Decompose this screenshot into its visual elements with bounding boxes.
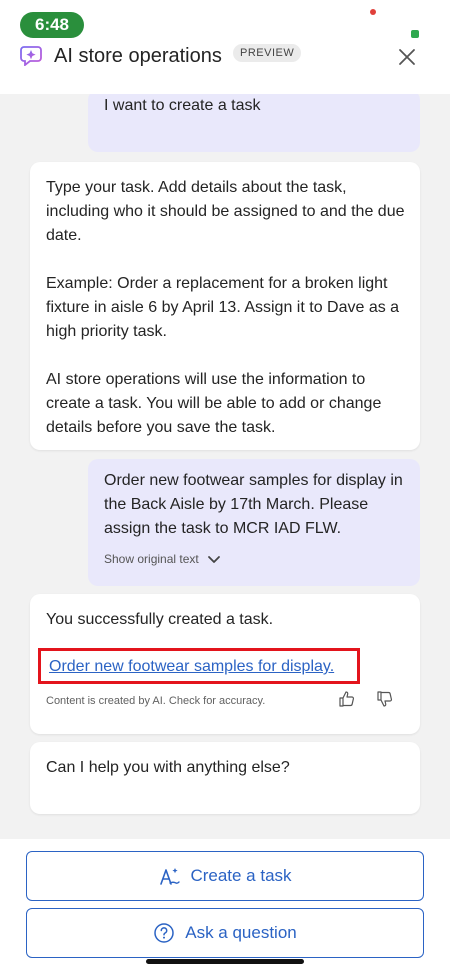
- pen-sparkle-icon: [160, 868, 181, 885]
- action-bar: Create a task Ask a question: [0, 839, 450, 974]
- ai-disclaimer: Content is created by AI. Check for accu…: [46, 695, 266, 707]
- status-time: 6:48: [20, 12, 84, 38]
- chat-area[interactable]: I want to create a task Type your task. …: [0, 94, 450, 839]
- user-message-text: Order new footwear samples for display i…: [104, 472, 403, 537]
- bot-message: You successfully created a task. Order n…: [30, 594, 420, 734]
- close-icon[interactable]: [396, 46, 418, 68]
- app-header: AI store operations PREVIEW: [0, 40, 450, 94]
- show-original-label: Show original text: [104, 552, 199, 566]
- user-message-text: I want to create a task: [104, 97, 261, 114]
- thumbs-down-icon[interactable]: [376, 690, 394, 708]
- ask-question-label: Ask a question: [185, 923, 297, 942]
- ask-question-button[interactable]: Ask a question: [26, 908, 424, 958]
- create-task-label: Create a task: [190, 866, 292, 885]
- recording-indicator: [370, 9, 376, 15]
- bot-message: Can I help you with anything else?: [30, 742, 420, 814]
- copilot-sparkle-icon: [20, 46, 42, 66]
- chevron-down-icon: [207, 556, 220, 563]
- bot-paragraph: Example: Order a replacement for a broke…: [46, 275, 400, 340]
- preview-badge: PREVIEW: [233, 44, 302, 62]
- bot-paragraph: Type your task. Add details about the ta…: [46, 179, 405, 244]
- status-bar: 6:48: [0, 0, 450, 40]
- user-message: I want to create a task: [88, 94, 420, 152]
- bot-paragraph: AI store operations will use the informa…: [46, 371, 382, 436]
- bot-message-text: Type your task. Add details about the ta…: [46, 176, 408, 440]
- show-original-text-toggle[interactable]: Show original text: [104, 547, 221, 571]
- battery-icon: [411, 30, 419, 38]
- user-message: Order new footwear samples for display i…: [88, 459, 420, 586]
- home-indicator[interactable]: [146, 959, 304, 964]
- created-task-link[interactable]: Order new footwear samples for display.: [49, 655, 334, 679]
- bot-message-text: You successfully created a task.: [46, 611, 274, 628]
- thumbs-up-icon[interactable]: [338, 690, 356, 708]
- bot-message-text: Can I help you with anything else?: [46, 759, 290, 776]
- create-task-button[interactable]: Create a task: [26, 851, 424, 901]
- bot-message: Type your task. Add details about the ta…: [30, 162, 420, 450]
- question-circle-icon: [154, 923, 174, 943]
- highlight-box: Order new footwear samples for display.: [38, 648, 360, 684]
- app-title: AI store operations: [54, 45, 222, 67]
